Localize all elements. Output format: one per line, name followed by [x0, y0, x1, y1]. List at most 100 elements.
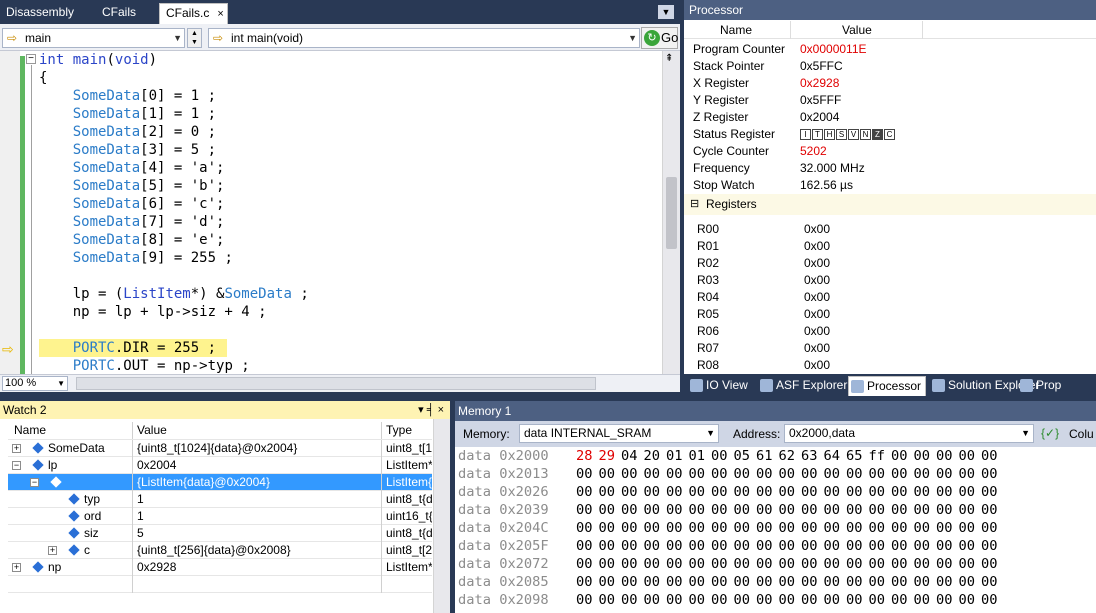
watch-row[interactable]: − lp 0x2004 ListItem* [8, 457, 432, 474]
memory-byte[interactable]: 00 [891, 573, 914, 591]
memory-byte[interactable]: 00 [576, 501, 599, 519]
memory-byte[interactable]: 00 [914, 447, 937, 465]
register-row[interactable]: R06 0x00 [697, 323, 830, 340]
memory-byte[interactable]: 00 [599, 501, 622, 519]
watch-value[interactable]: 1 [137, 508, 382, 525]
memory-byte[interactable]: 00 [959, 555, 982, 573]
memory-byte[interactable]: 00 [779, 501, 802, 519]
memory-byte[interactable]: 00 [981, 573, 1004, 591]
memory-byte[interactable]: 00 [734, 591, 757, 609]
memory-byte[interactable]: 00 [869, 501, 892, 519]
memory-byte[interactable]: 00 [824, 555, 847, 573]
processor-row[interactable]: Stack Pointer 0x5FFC [693, 58, 843, 75]
memory-byte[interactable]: 00 [576, 573, 599, 591]
memory-byte[interactable]: 00 [824, 519, 847, 537]
memory-byte[interactable]: 00 [644, 519, 667, 537]
window-controls[interactable]: ▾ ╡ × [418, 401, 444, 419]
chevron-down-icon[interactable]: ▼ [628, 29, 637, 47]
memory-byte[interactable]: 00 [779, 537, 802, 555]
memory-byte[interactable]: 00 [936, 555, 959, 573]
memory-byte[interactable]: 00 [891, 537, 914, 555]
memory-byte[interactable]: 00 [711, 447, 734, 465]
watch-row[interactable]: typ 1 uint8_t{d [8, 491, 432, 508]
memory-byte[interactable]: 00 [869, 483, 892, 501]
memory-byte[interactable]: 00 [891, 519, 914, 537]
memory-byte[interactable]: 00 [621, 573, 644, 591]
watch-value[interactable]: {uint8_t[1024]{data}@0x2004} [137, 440, 382, 457]
memory-byte[interactable]: 00 [981, 555, 1004, 573]
memory-byte[interactable]: 00 [981, 537, 1004, 555]
memory-byte[interactable]: 00 [599, 483, 622, 501]
memory-byte[interactable]: 00 [711, 519, 734, 537]
col-name[interactable]: Name [8, 422, 133, 439]
memory-byte[interactable]: 00 [801, 555, 824, 573]
memory-byte[interactable]: 00 [801, 465, 824, 483]
memory-byte[interactable]: 00 [846, 519, 869, 537]
memory-byte[interactable]: 00 [914, 573, 937, 591]
register-row[interactable]: R05 0x00 [697, 306, 830, 323]
processor-row[interactable]: Z Register 0x2004 [693, 109, 839, 126]
memory-byte[interactable]: 00 [891, 591, 914, 609]
memory-byte[interactable]: 00 [914, 555, 937, 573]
memory-byte[interactable]: 00 [981, 519, 1004, 537]
memory-byte[interactable]: 63 [801, 447, 824, 465]
memory-byte[interactable]: 00 [689, 519, 712, 537]
memory-byte[interactable]: 00 [824, 537, 847, 555]
memory-byte[interactable]: 00 [576, 555, 599, 573]
memory-byte[interactable]: 00 [666, 519, 689, 537]
memory-byte[interactable]: 00 [756, 591, 779, 609]
watch-value[interactable]: 5 [137, 525, 382, 542]
memory-byte[interactable]: 00 [599, 537, 622, 555]
tab-disassembly[interactable]: Disassembly [0, 3, 80, 24]
spin-button[interactable]: ▲ ▼ [187, 28, 202, 48]
memory-byte[interactable]: 00 [756, 501, 779, 519]
memory-byte[interactable]: 00 [801, 519, 824, 537]
memory-byte[interactable]: 00 [666, 537, 689, 555]
tab-processor[interactable]: Processor [848, 376, 927, 396]
memory-byte[interactable]: 00 [756, 573, 779, 591]
memory-byte[interactable]: 00 [734, 573, 757, 591]
memory-byte[interactable]: 00 [576, 537, 599, 555]
scroll-thumb[interactable] [666, 177, 677, 249]
memory-byte[interactable]: 00 [644, 573, 667, 591]
memory-byte[interactable]: 00 [936, 573, 959, 591]
watch-row[interactable]: − {ListItem{data}@0x2004} ListItem{ [8, 474, 432, 491]
memory-byte[interactable]: 00 [779, 465, 802, 483]
memory-byte[interactable]: 00 [644, 501, 667, 519]
memory-byte[interactable]: 00 [711, 501, 734, 519]
memory-byte[interactable]: 00 [756, 483, 779, 501]
code-editor[interactable]: − ⇨ int main(void) { SomeData[0] = 1 ; So… [0, 51, 680, 374]
expand-icon[interactable]: + [48, 546, 57, 555]
memory-byte[interactable]: 00 [689, 537, 712, 555]
memory-byte[interactable]: 00 [666, 591, 689, 609]
memory-byte[interactable]: 00 [779, 519, 802, 537]
memory-byte[interactable]: 00 [869, 465, 892, 483]
collapse-icon[interactable]: − [12, 461, 21, 470]
editor-margin[interactable] [0, 51, 20, 374]
processor-row[interactable]: Program Counter 0x0000011E [693, 41, 867, 58]
memory-byte[interactable]: 00 [891, 501, 914, 519]
memory-byte[interactable]: 29 [599, 447, 622, 465]
memory-byte[interactable]: 00 [599, 555, 622, 573]
memory-byte[interactable]: 00 [936, 591, 959, 609]
scope-dropdown[interactable]: ⇨ main ▼ [2, 28, 185, 48]
watch-row[interactable]: + c {uint8_t[256]{data}@0x2008} uint8_t[2 [8, 542, 432, 559]
memory-byte[interactable]: 00 [891, 465, 914, 483]
memory-byte[interactable]: 00 [734, 483, 757, 501]
watch-empty-row[interactable] [8, 576, 432, 593]
watch-value[interactable]: {ListItem{data}@0x2004} [137, 474, 382, 491]
memory-byte[interactable]: 00 [756, 537, 779, 555]
memory-byte[interactable]: 00 [801, 573, 824, 591]
memory-byte[interactable]: 00 [711, 537, 734, 555]
memory-byte[interactable]: 00 [689, 483, 712, 501]
collapse-icon[interactable]: − [26, 54, 36, 64]
memory-byte[interactable]: 00 [621, 519, 644, 537]
memory-byte[interactable]: 00 [666, 555, 689, 573]
memory-byte[interactable]: 00 [869, 537, 892, 555]
memory-byte[interactable]: 00 [576, 483, 599, 501]
memory-byte[interactable]: 00 [959, 501, 982, 519]
memory-byte[interactable]: 00 [959, 447, 982, 465]
watch-row[interactable]: siz 5 uint8_t{d [8, 525, 432, 542]
memory-byte[interactable]: 00 [621, 465, 644, 483]
memory-byte[interactable]: 00 [846, 591, 869, 609]
